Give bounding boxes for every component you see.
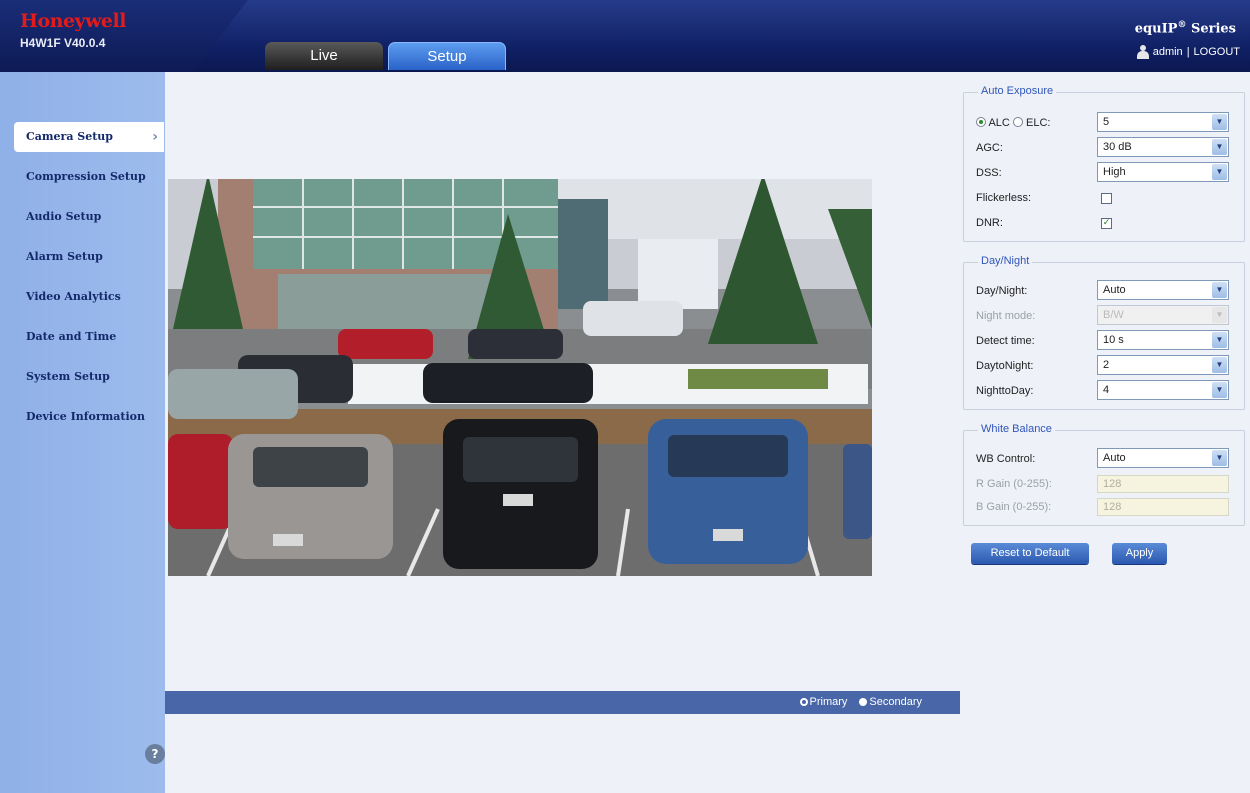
video-preview[interactable]: [168, 179, 872, 576]
r-gain-input[interactable]: 128: [1097, 475, 1229, 493]
day-night-legend: Day/Night: [978, 255, 1033, 267]
b-gain-label: B Gain (0-255):: [976, 501, 1052, 513]
product-title: equIP® Series: [1135, 20, 1236, 36]
user-icon: [1136, 45, 1149, 59]
chevron-down-icon: ▼: [1212, 382, 1227, 398]
stream-primary-label: Primary: [809, 696, 848, 708]
chevron-down-icon: ▼: [1212, 139, 1227, 155]
day-night-select[interactable]: Auto ▼: [1097, 280, 1229, 300]
camera-scene-image: [168, 179, 872, 576]
chevron-down-icon: ▼: [1212, 332, 1227, 348]
separator: |: [1186, 46, 1190, 58]
exposure-level-select[interactable]: 5 ▼: [1097, 112, 1229, 132]
radio-selected-icon: [799, 697, 808, 706]
detect-time-label: Detect time:: [976, 335, 1035, 347]
night-to-day-select[interactable]: 4 ▼: [1097, 380, 1229, 400]
sidebar-item-system-setup[interactable]: System Setup: [14, 362, 164, 392]
night-mode-select[interactable]: B/W ▼: [1097, 305, 1229, 325]
night-mode-label: Night mode:: [976, 310, 1036, 322]
wb-control-select[interactable]: Auto ▼: [1097, 448, 1229, 468]
agc-value: 30 dB: [1103, 141, 1132, 153]
flickerless-label: Flickerless:: [976, 192, 1032, 204]
night-to-day-value: 4: [1103, 384, 1110, 396]
sidebar-item-label: Camera Setup: [26, 130, 113, 143]
dnr-checkbox[interactable]: ✓: [1101, 218, 1112, 229]
chevron-right-icon: ›: [152, 129, 158, 145]
day-to-night-select[interactable]: 2 ▼: [1097, 355, 1229, 375]
sidebar-item-alarm-setup[interactable]: Alarm Setup: [14, 242, 164, 272]
exposure-level-value: 5: [1103, 116, 1110, 128]
help-icon[interactable]: ?: [145, 744, 165, 764]
checkmark-icon: ✓: [1102, 218, 1111, 228]
day-to-night-label: DaytoNight:: [976, 360, 1034, 372]
stream-options: Primary Secondary: [799, 691, 922, 714]
radio-unselected-icon: [859, 697, 868, 706]
stream-secondary-label: Secondary: [869, 696, 922, 708]
sidebar-item-video-analytics[interactable]: Video Analytics: [14, 282, 164, 312]
agc-select[interactable]: 30 dB ▼: [1097, 137, 1229, 157]
white-balance-legend: White Balance: [978, 423, 1055, 435]
chevron-down-icon: ▼: [1212, 114, 1227, 130]
wb-control-value: Auto: [1103, 452, 1126, 464]
header-bar: Honeywell H4W1F V40.0.4 Live Setup equIP…: [0, 0, 1250, 72]
sidebar-item-camera-setup[interactable]: Camera Setup ›: [14, 122, 164, 152]
stream-selector-bar: Primary Secondary: [165, 691, 960, 714]
alc-radio[interactable]: [976, 117, 986, 127]
product-name: equIP: [1134, 21, 1178, 37]
tab-live[interactable]: Live: [265, 42, 383, 70]
elc-label: ELC:: [1025, 117, 1051, 129]
dss-select[interactable]: High ▼: [1097, 162, 1229, 182]
brand-logo: Honeywell: [20, 10, 126, 32]
alc-label: ALC: [988, 117, 1010, 129]
sidebar-item-device-information[interactable]: Device Information: [14, 402, 164, 432]
reset-to-default-button[interactable]: Reset to Default: [971, 543, 1089, 564]
username: admin: [1152, 46, 1183, 58]
dss-label: DSS:: [976, 167, 1002, 179]
chevron-down-icon: ▼: [1212, 450, 1227, 466]
sidebar-item-compression-setup[interactable]: Compression Setup: [14, 162, 164, 192]
chevron-down-icon: ▼: [1212, 307, 1227, 323]
chevron-down-icon: ▼: [1212, 282, 1227, 298]
day-to-night-value: 2: [1103, 359, 1110, 371]
wb-control-label: WB Control:: [976, 453, 1036, 465]
dss-value: High: [1103, 166, 1126, 178]
b-gain-input[interactable]: 128: [1097, 498, 1229, 516]
user-bar: admin | LOGOUT: [1136, 45, 1240, 59]
device-model: H4W1F V40.0.4: [20, 36, 106, 50]
detect-time-value: 10 s: [1103, 334, 1124, 346]
apply-button[interactable]: Apply: [1112, 543, 1167, 564]
exposure-mode-row: ALC ELC:: [976, 117, 1050, 129]
sidebar-item-audio-setup[interactable]: Audio Setup: [14, 202, 164, 232]
night-to-day-label: NighttoDay:: [976, 385, 1034, 397]
auto-exposure-legend: Auto Exposure: [978, 85, 1057, 97]
night-mode-value: B/W: [1103, 309, 1124, 321]
detect-time-select[interactable]: 10 s ▼: [1097, 330, 1229, 350]
chevron-down-icon: ▼: [1212, 164, 1227, 180]
logout-link[interactable]: LOGOUT: [1194, 46, 1240, 58]
dnr-label: DNR:: [976, 217, 1003, 229]
chevron-down-icon: ▼: [1212, 357, 1227, 373]
day-night-label: Day/Night:: [976, 285, 1028, 297]
agc-label: AGC:: [976, 142, 1003, 154]
flickerless-checkbox[interactable]: [1101, 193, 1112, 204]
elc-radio[interactable]: [1012, 117, 1023, 127]
r-gain-label: R Gain (0-255):: [976, 478, 1052, 490]
sidebar-item-date-and-time[interactable]: Date and Time: [14, 322, 164, 352]
tab-setup[interactable]: Setup: [388, 42, 506, 70]
stream-primary-radio[interactable]: Primary: [799, 691, 848, 714]
day-night-value: Auto: [1103, 284, 1126, 296]
product-suffix: Series: [1186, 21, 1236, 37]
stream-secondary-radio[interactable]: Secondary: [859, 691, 922, 714]
sidebar: Camera Setup › Compression Setup Audio S…: [0, 72, 165, 793]
